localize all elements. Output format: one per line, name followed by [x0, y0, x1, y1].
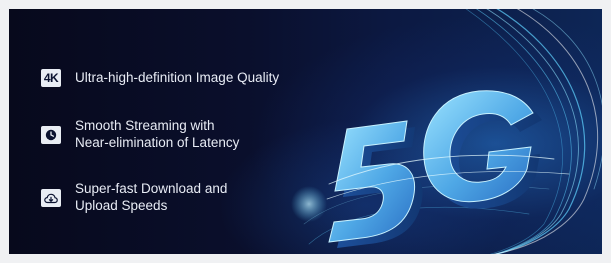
- feature-text: Ultra-high-definition Image Quality: [75, 70, 280, 85]
- feature-text: Smooth Streaming with Near-elimination o…: [75, 118, 240, 150]
- feature-item-image-quality: 4K Ultra-high-definition Image Quality: [41, 69, 279, 87]
- page-frame: 4K Ultra-high-definition Image Quality S…: [0, 0, 611, 263]
- feature-text: Super-fast Download and Upload Speeds: [75, 181, 228, 213]
- feature-item-streaming: Smooth Streaming with Near-elimination o…: [41, 117, 239, 151]
- feature-item-speeds: Super-fast Download and Upload Speeds: [41, 180, 227, 214]
- 4k-icon: 4K: [41, 69, 61, 87]
- 5g-banner: 4K Ultra-high-definition Image Quality S…: [9, 9, 602, 254]
- cloud-download-icon: [41, 189, 61, 207]
- 4k-icon-label: 4K: [43, 71, 59, 85]
- letter-g-shape: [423, 90, 542, 209]
- light-glow: [291, 186, 327, 222]
- digit-5-shape: [328, 120, 423, 248]
- clock-icon: [41, 126, 61, 144]
